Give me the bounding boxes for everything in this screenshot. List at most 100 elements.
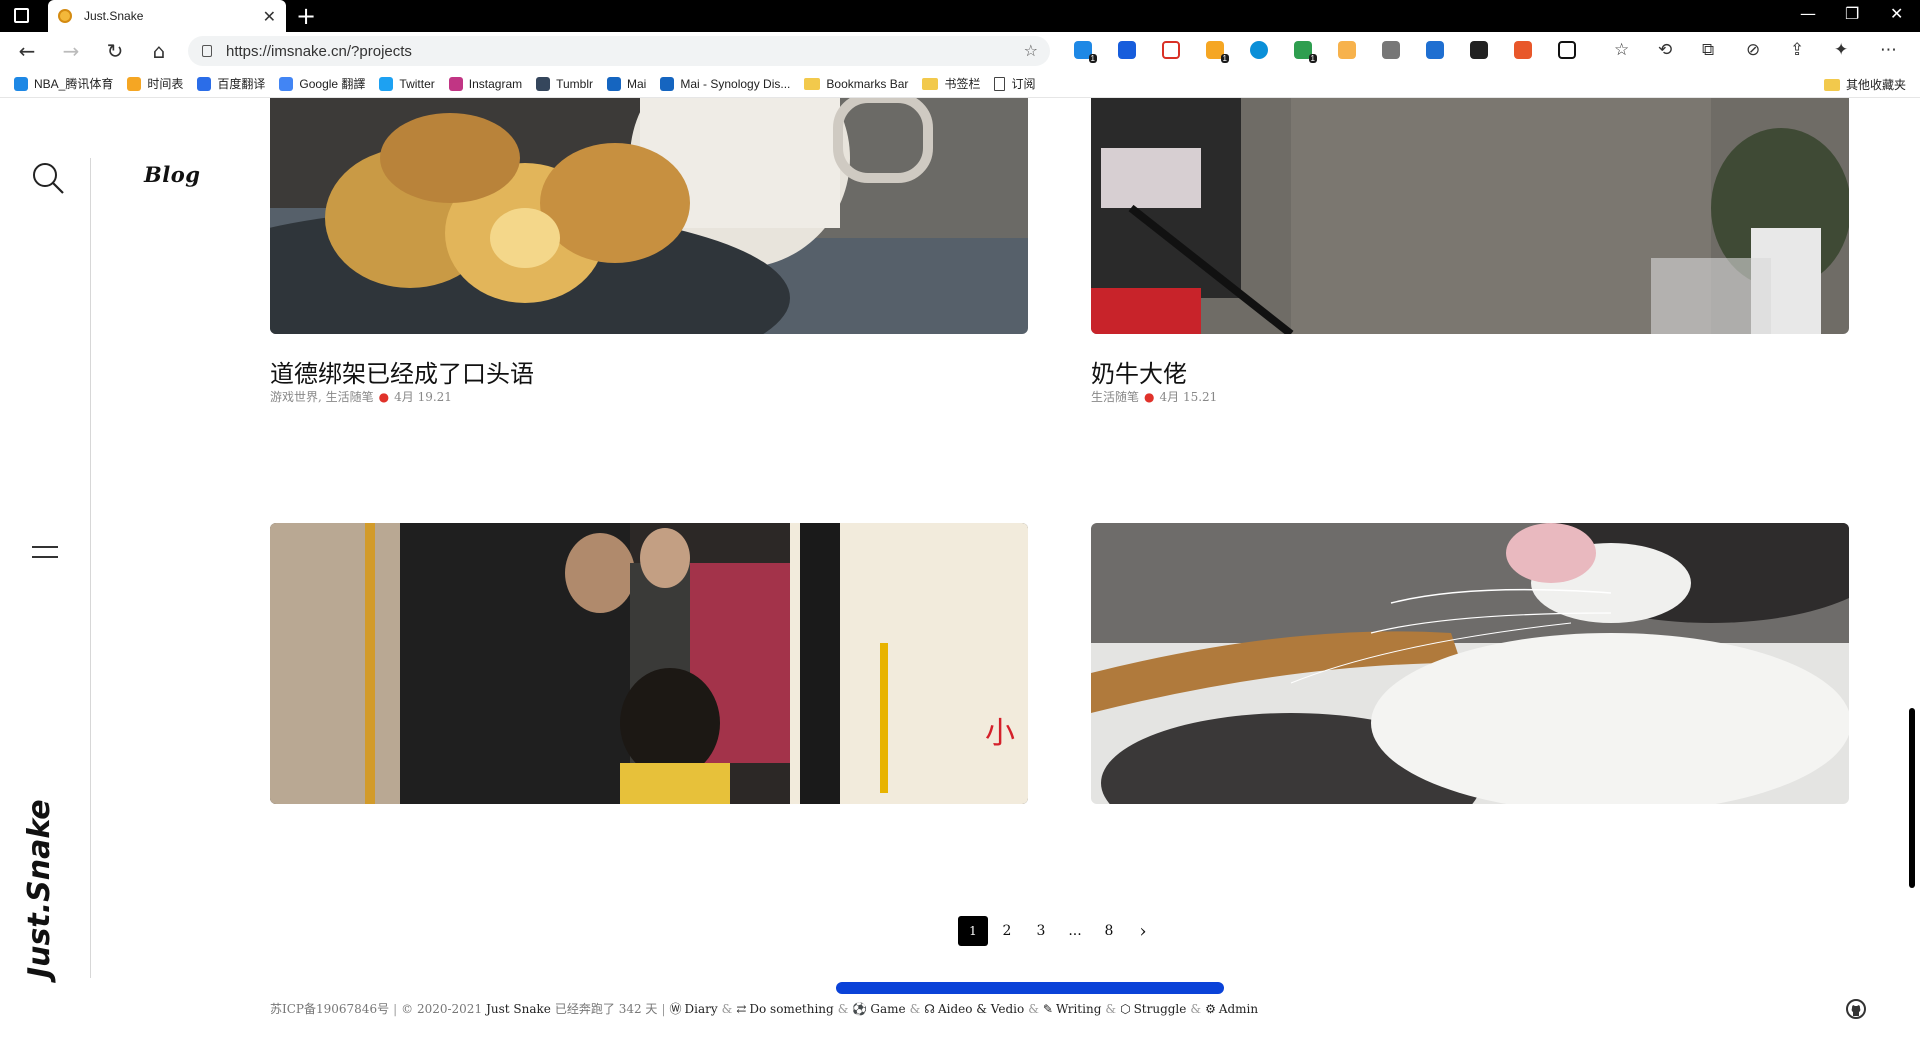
book-icon[interactable] bbox=[1426, 41, 1444, 59]
minimize-icon[interactable]: — bbox=[1800, 4, 1816, 23]
footer-separator: & bbox=[837, 1001, 849, 1016]
page-icon bbox=[994, 76, 1006, 91]
post-image[interactable]: 小 bbox=[270, 523, 1028, 804]
notion-icon[interactable] bbox=[1558, 41, 1576, 59]
bookmark-item[interactable]: NBA_腾讯体育 bbox=[14, 75, 113, 92]
page-link[interactable]: 1 bbox=[958, 916, 988, 946]
footer-separator: & bbox=[1028, 1001, 1039, 1016]
refresh-button[interactable]: ↻ bbox=[102, 38, 128, 64]
post-categories[interactable]: 生活随笔 bbox=[1091, 390, 1139, 404]
bookmark-item[interactable]: Mai - Synology Dis... bbox=[660, 76, 790, 91]
tab-actions-icon[interactable] bbox=[14, 8, 29, 23]
close-tab-icon[interactable]: ✕ bbox=[263, 7, 276, 26]
extension-icon[interactable]: 1 bbox=[1074, 41, 1097, 63]
scrollbar[interactable] bbox=[1909, 708, 1915, 888]
next-page-icon[interactable]: › bbox=[1128, 916, 1158, 946]
github-icon[interactable] bbox=[1846, 999, 1866, 1019]
svg-text:小: 小 bbox=[985, 716, 1015, 751]
blog-logo[interactable]: Blog bbox=[144, 162, 200, 187]
page-link[interactable]: 3 bbox=[1026, 916, 1056, 946]
footer-link[interactable]: ✎ Writing bbox=[1043, 1002, 1102, 1016]
lock-icon[interactable] bbox=[202, 45, 212, 57]
cloud-icon[interactable] bbox=[1250, 41, 1268, 59]
post-title[interactable]: 奶牛大佬 bbox=[1091, 354, 1187, 389]
bookmark-item[interactable]: Mai bbox=[607, 76, 646, 91]
bookmark-item[interactable]: Tumblr bbox=[536, 76, 594, 91]
bookmark-label: 书签栏 bbox=[944, 77, 981, 91]
shield-icon[interactable]: 1 bbox=[1294, 41, 1317, 63]
post-image[interactable] bbox=[1091, 98, 1849, 334]
gmail-icon[interactable] bbox=[1162, 41, 1180, 59]
post-title[interactable]: 道德绑架已经成了口头语 bbox=[270, 354, 534, 389]
footer-separator: & bbox=[1190, 1001, 1202, 1016]
bookmark-favicon-icon bbox=[279, 76, 294, 91]
tab-title: Just.Snake bbox=[84, 9, 144, 23]
bookmark-item[interactable]: Bookmarks Bar bbox=[804, 77, 908, 91]
bookmark-label: 时间表 bbox=[147, 77, 184, 91]
footer-link[interactable]: ⚙ Admin bbox=[1205, 1002, 1258, 1016]
icp-link[interactable]: 苏ICP备19067846号 bbox=[270, 1000, 389, 1017]
meta-dot-icon: ● bbox=[1144, 390, 1155, 404]
footer-link[interactable]: Ⓦ Diary bbox=[669, 1000, 717, 1017]
brand-logo[interactable]: Just.Snake bbox=[22, 799, 57, 978]
post-categories[interactable]: 游戏世界, 生活随笔 bbox=[270, 390, 374, 404]
bookmark-favicon-icon bbox=[379, 76, 394, 91]
footer-separator: & bbox=[721, 1001, 733, 1016]
extension-icon[interactable] bbox=[1382, 41, 1400, 59]
url-text: https://imsnake.cn/?projects bbox=[226, 42, 412, 60]
footer-link[interactable]: ⚽ Game bbox=[852, 1002, 905, 1016]
bookmark-label: Tumblr bbox=[556, 76, 594, 91]
more-menu-icon[interactable]: ⋯ bbox=[1880, 40, 1897, 60]
history-icon[interactable]: ⟲ bbox=[1658, 40, 1672, 60]
post-meta: 生活随笔 ● 4月 15.21 bbox=[1091, 388, 1217, 405]
bookmark-favicon-icon bbox=[660, 76, 675, 91]
extension-icon[interactable] bbox=[1470, 41, 1488, 59]
footer-link[interactable]: ⬡ Struggle bbox=[1120, 1002, 1186, 1016]
bookmark-item[interactable]: 时间表 bbox=[127, 75, 183, 92]
bookmark-item[interactable]: Instagram bbox=[448, 76, 522, 91]
forward-button[interactable]: → bbox=[58, 38, 84, 64]
bookmark-item[interactable]: 订阅 bbox=[994, 75, 1035, 92]
other-bookmarks[interactable]: 其他收藏夹 bbox=[1823, 76, 1906, 93]
close-window-icon[interactable]: ✕ bbox=[1890, 4, 1903, 23]
favorite-star-icon[interactable]: ☆ bbox=[1024, 41, 1038, 60]
collections-icon[interactable]: ⧉ bbox=[1702, 40, 1714, 60]
share-icon[interactable]: ⇪ bbox=[1790, 40, 1804, 60]
extension-icon[interactable] bbox=[1338, 41, 1356, 59]
bookmark-favicon-icon bbox=[448, 76, 463, 91]
home-button[interactable]: ⌂ bbox=[146, 38, 172, 64]
bookmark-item[interactable]: Google 翻譯 bbox=[279, 75, 365, 92]
footer-link[interactable]: ☊ Aideo & Vedio bbox=[924, 1002, 1024, 1016]
new-tab-button[interactable]: + bbox=[296, 2, 316, 30]
post-meta: 游戏世界, 生活随笔 ● 4月 19.21 bbox=[270, 388, 452, 405]
footer-link-icon: ✎ bbox=[1042, 1001, 1053, 1016]
footer-link-label: Diary bbox=[684, 1002, 718, 1016]
restore-icon[interactable]: ❐ bbox=[1845, 4, 1859, 23]
browser-tab[interactable]: Just.Snake ✕ bbox=[48, 0, 286, 32]
footer-link[interactable]: ⇄ Do something bbox=[736, 1002, 833, 1016]
extension-icon[interactable]: 1 bbox=[1206, 41, 1229, 63]
address-field[interactable]: https://imsnake.cn/?projects ☆ bbox=[188, 36, 1050, 66]
performance-icon[interactable]: ⊘ bbox=[1746, 40, 1760, 60]
extension-icon[interactable] bbox=[1514, 41, 1532, 59]
post-image[interactable] bbox=[270, 98, 1028, 334]
back-button[interactable]: ← bbox=[14, 38, 40, 64]
page-link[interactable]: 8 bbox=[1094, 916, 1124, 946]
menu-icon[interactable] bbox=[32, 546, 58, 560]
footer-site-name[interactable]: Just Snake bbox=[486, 1002, 551, 1016]
bookmark-item[interactable]: Twitter bbox=[379, 76, 435, 91]
search-icon[interactable] bbox=[30, 160, 66, 196]
bookmark-favicon-icon bbox=[127, 76, 142, 91]
post-image[interactable] bbox=[1091, 523, 1849, 804]
bitwarden-icon[interactable] bbox=[1118, 41, 1136, 59]
bookmark-item[interactable]: 百度翻译 bbox=[197, 75, 265, 92]
bookmark-item[interactable]: 书签栏 bbox=[922, 75, 980, 92]
bookmark-favicon-icon bbox=[14, 76, 28, 91]
favorites-icon[interactable]: ☆ bbox=[1614, 40, 1629, 60]
pagination-ellipsis: ... bbox=[1068, 923, 1082, 939]
other-bookmarks-label: 其他收藏夹 bbox=[1845, 78, 1906, 92]
page-link[interactable]: 2 bbox=[992, 916, 1022, 946]
footer-link-icon: ⬡ bbox=[1120, 1001, 1131, 1016]
footer-link-label: Writing bbox=[1055, 1001, 1102, 1016]
profile-icon[interactable]: ✦ bbox=[1834, 40, 1848, 60]
